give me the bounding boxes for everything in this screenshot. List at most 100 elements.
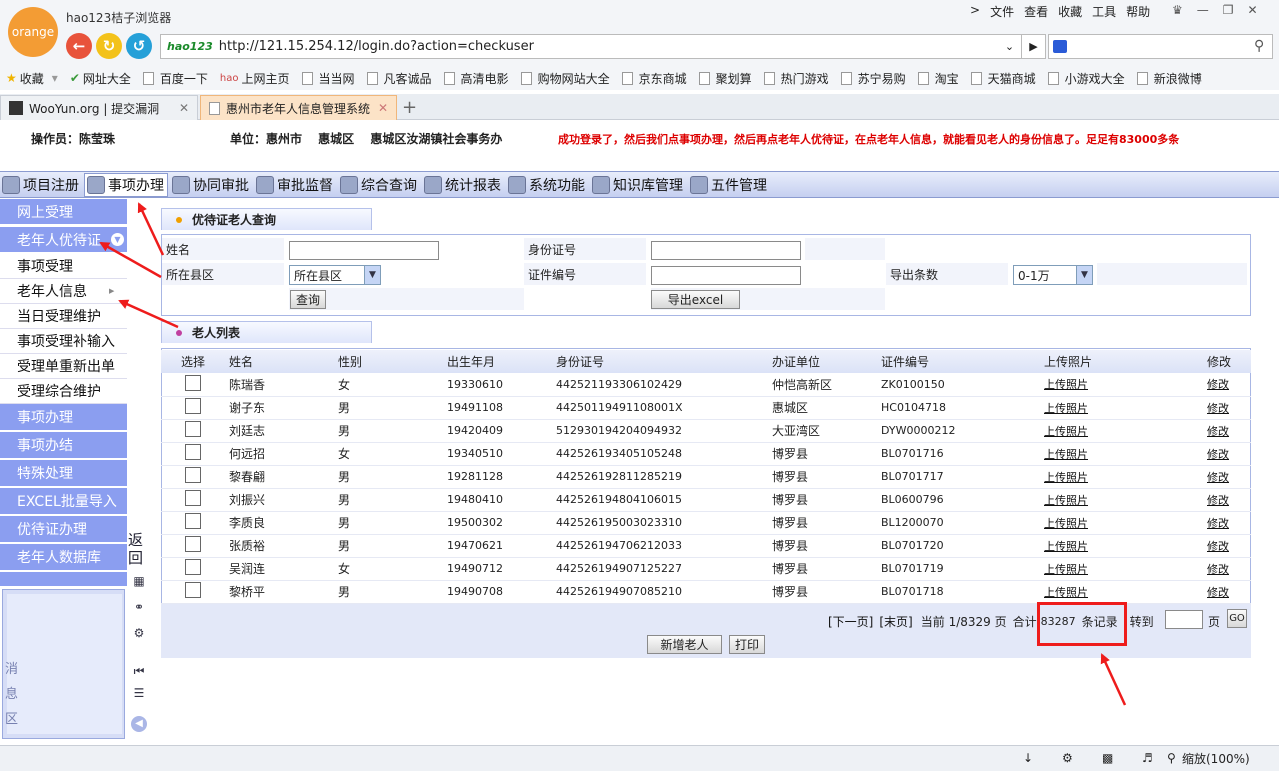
sidebar-item-daily-maintain[interactable]: 当日受理维护 [0,304,127,329]
sidebar-item-complete[interactable]: 事项办结 [0,432,127,459]
row-checkbox[interactable] [185,444,201,460]
bookmark-item[interactable]: 当当网 [301,70,361,87]
edit-link[interactable]: 修改 [1207,494,1229,507]
new-tab-icon[interactable]: + [402,97,417,118]
sidebar-item-supplement-input[interactable]: 事项受理补输入 [0,329,127,354]
search-icon[interactable]: ⚲ [1254,38,1264,54]
upload-photo-link[interactable]: 上传照片 [1044,378,1088,391]
cert-input[interactable] [651,266,801,285]
minimize-icon[interactable]: — [1197,3,1209,17]
bookmark-favorites[interactable]: ★ 收藏 ▾ [6,70,64,87]
settings-icon[interactable]: ⚙ [1062,751,1073,765]
address-url[interactable]: http://121.15.254.12/login.do?action=che… [219,39,534,54]
speaker-icon[interactable]: ♬ [1142,751,1153,765]
close-icon[interactable]: ✕ [378,101,388,115]
upload-photo-link[interactable]: 上传照片 [1044,425,1088,438]
next-page-link[interactable]: [下一页] [828,613,873,630]
back-icon[interactable]: ← [66,33,92,59]
menu-item[interactable]: 收藏 [1058,3,1082,20]
sidebar-item-handle[interactable]: 事项办理 [0,404,127,431]
row-checkbox[interactable] [185,398,201,414]
download-icon[interactable]: ↓ [1023,751,1033,765]
collapse-left-icon[interactable]: ◀ [131,716,147,732]
module-approval-supervise[interactable]: 审批监督 [254,173,336,197]
back-link[interactable]: 返回 [128,531,144,567]
module-reports[interactable]: 统计报表 [422,173,504,197]
gear-icon[interactable]: ⚙ [131,626,147,642]
close-icon[interactable]: ✕ [179,101,189,115]
export-count-select[interactable]: 0-1万 ▼ [1013,265,1093,285]
bookmark-item[interactable]: 购物网站大全 [520,70,616,87]
upload-photo-link[interactable]: 上传照片 [1044,494,1088,507]
row-checkbox[interactable] [185,513,201,529]
sidebar-item-excel-import[interactable]: EXCEL批量导入 [0,488,127,515]
upload-photo-link[interactable]: 上传照片 [1044,563,1088,576]
skin-icon[interactable]: ♛ [1172,3,1183,17]
menu-item[interactable]: 帮助 [1126,3,1150,20]
county-select[interactable]: 所在县区 ▼ [289,265,381,285]
edit-link[interactable]: 修改 [1207,448,1229,461]
menu-item[interactable]: 工具 [1092,3,1116,20]
bookmark-item[interactable]: 天猫商城 [970,70,1042,87]
tab-wooyun[interactable]: WooYun.org | 提交漏洞 ✕ [0,95,198,120]
add-elderly-button[interactable]: 新增老人 [647,635,722,654]
edit-link[interactable]: 修改 [1207,540,1229,553]
upload-photo-link[interactable]: 上传照片 [1044,471,1088,484]
menu-arrow-icon[interactable]: > [970,3,980,20]
forward-icon[interactable]: ▶ [1022,34,1046,59]
edit-link[interactable]: 修改 [1207,586,1229,599]
dropdown-icon[interactable]: ⌄ [998,34,1022,59]
bookmark-item[interactable]: 凡客诚品 [366,70,438,87]
sidebar-item-comprehensive[interactable]: 受理综合维护 [0,379,127,404]
module-knowledge[interactable]: 知识库管理 [590,173,686,197]
bookmark-item[interactable]: 新浪微博 [1136,70,1208,87]
edit-link[interactable]: 修改 [1207,402,1229,415]
module-project-register[interactable]: 项目注册 [0,173,82,197]
menu-item[interactable]: 查看 [1024,3,1048,20]
upload-photo-link[interactable]: 上传照片 [1044,540,1088,553]
sidebar-item-online-accept[interactable]: 网上受理 [0,199,127,225]
link-icon[interactable]: ⚭ [131,600,147,616]
edit-link[interactable]: 修改 [1207,425,1229,438]
bookmark-item[interactable]: 京东商城 [621,70,693,87]
module-query[interactable]: 综合查询 [338,173,420,197]
edit-link[interactable]: 修改 [1207,563,1229,576]
search-button[interactable]: 查询 [290,290,326,309]
zoom-icon[interactable]: ⚲ [1167,751,1181,765]
rewind-icon[interactable]: ⏮ [131,664,147,680]
module-collab-approval[interactable]: 协同审批 [170,173,252,197]
bookmark-item[interactable]: 高清电影 [443,70,515,87]
sidebar-item-accept[interactable]: 事项受理 [0,254,127,279]
sidebar-item-elderly-info[interactable]: 老年人信息 ▶ [0,279,127,304]
row-checkbox[interactable] [185,467,201,483]
module-item-handling[interactable]: 事项办理 [84,172,168,197]
sidebar-item-database[interactable]: 老年人数据库 [0,544,127,571]
name-input[interactable] [289,241,439,260]
bookmark-item[interactable]: 苏宁易购 [840,70,912,87]
upload-photo-link[interactable]: 上传照片 [1044,586,1088,599]
module-system[interactable]: 系统功能 [506,173,588,197]
monitor-icon[interactable]: ▩ [1102,751,1113,765]
chevron-down-icon[interactable]: ▼ [111,233,124,246]
tab-elderly-system[interactable]: 惠州市老年人信息管理系统 ✕ [200,95,397,120]
row-checkbox[interactable] [185,582,201,598]
edit-link[interactable]: 修改 [1207,517,1229,530]
upload-photo-link[interactable]: 上传照片 [1044,517,1088,530]
row-checkbox[interactable] [185,490,201,506]
bookmark-item[interactable]: hao 上网主页 [220,70,296,87]
maximize-icon[interactable]: ❐ [1223,3,1234,17]
row-checkbox[interactable] [185,421,201,437]
sidebar-item-special[interactable]: 特殊处理 [0,460,127,487]
upload-photo-link[interactable]: 上传照片 [1044,448,1088,461]
menu-item[interactable]: 文件 [990,3,1014,20]
bookmark-item[interactable]: 淘宝 [917,70,965,87]
goto-page-input[interactable] [1165,610,1203,629]
last-page-link[interactable]: [末页] [879,613,912,630]
address-bar[interactable]: hao123 http://121.15.254.12/login.do?act… [160,34,1022,59]
bookmark-item[interactable]: 聚划算 [698,70,758,87]
upload-photo-link[interactable]: 上传照片 [1044,402,1088,415]
module-five-items[interactable]: 五件管理 [688,173,770,197]
sidebar-item-elderly-card[interactable]: 老年人优待证 ▼ [0,227,127,253]
id-input[interactable] [651,241,801,260]
close-icon[interactable]: ✕ [1248,3,1258,17]
